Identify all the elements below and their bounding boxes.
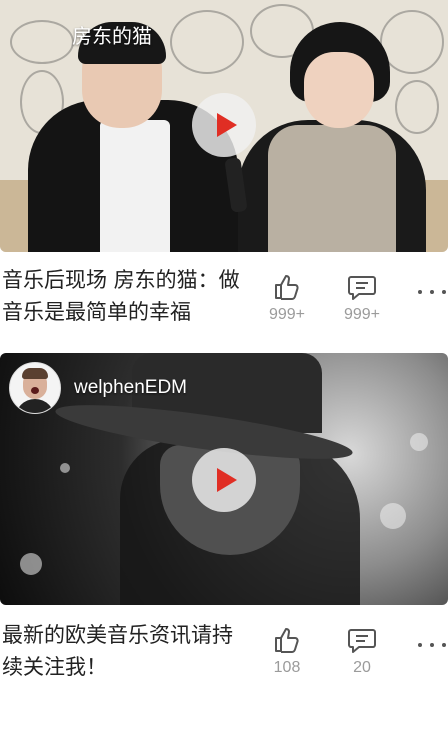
avatar[interactable]	[9, 362, 61, 414]
video-thumbnail[interactable]: 房东的猫	[0, 0, 448, 252]
more-options-button[interactable]	[416, 282, 448, 302]
play-button[interactable]	[192, 448, 256, 512]
more-options-button[interactable]	[416, 635, 448, 655]
video-card[interactable]: 房东的猫 音乐后现场 房东的猫：做音乐是最简单的幸福 999+ 999+	[0, 0, 448, 345]
comment-button[interactable]: 20	[332, 625, 392, 677]
comment-count: 20	[353, 659, 371, 676]
comment-button[interactable]: 999+	[332, 272, 392, 324]
like-button[interactable]: 999+	[257, 272, 317, 324]
video-overlay-title: 房东的猫	[72, 24, 152, 48]
video-card[interactable]: welphenEDM 最新的欧美音乐资讯请持续关注我！ 108 20	[0, 353, 448, 730]
thumbs-up-icon	[275, 275, 299, 300]
play-icon	[217, 468, 237, 492]
like-count: 108	[273, 659, 301, 676]
video-title[interactable]: 音乐后现场 房东的猫：做音乐是最简单的幸福	[2, 264, 250, 328]
video-thumbnail[interactable]: welphenEDM	[0, 353, 448, 605]
channel-name[interactable]: welphenEDM	[74, 377, 187, 399]
play-button[interactable]	[192, 93, 256, 157]
like-count: 999+	[268, 306, 306, 323]
thumbs-up-icon	[275, 628, 299, 653]
video-title[interactable]: 最新的欧美音乐资讯请持续关注我！	[2, 619, 250, 683]
comment-count: 999+	[343, 306, 381, 323]
comment-icon	[348, 276, 376, 300]
comment-icon	[348, 629, 376, 653]
play-icon	[217, 113, 237, 137]
like-button[interactable]: 108	[257, 625, 317, 677]
